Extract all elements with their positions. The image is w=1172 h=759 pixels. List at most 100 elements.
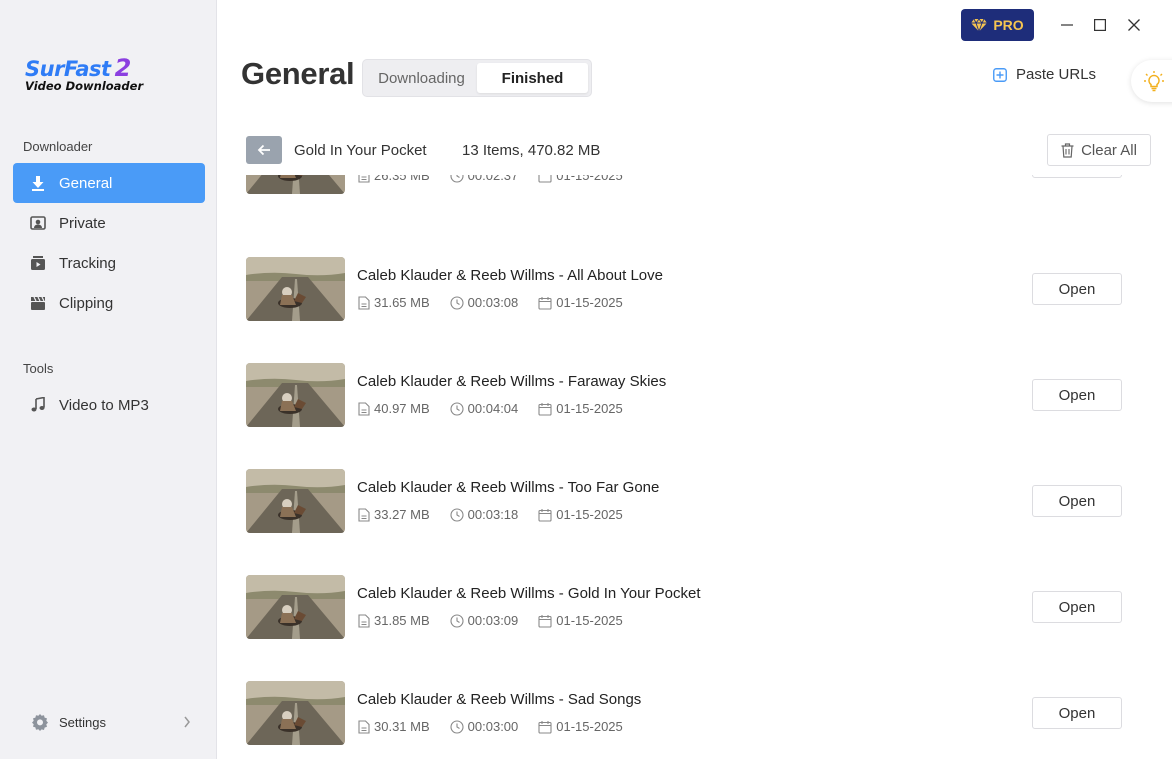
video-title: Caleb Klauder & Reeb Willms - All About … <box>357 267 663 284</box>
list-item[interactable]: Caleb Klauder & Reeb Willms - Faraway Sk… <box>217 363 1172 469</box>
trash-icon <box>1061 142 1074 158</box>
file-icon <box>358 401 370 416</box>
settings-label: Settings <box>59 714 106 730</box>
back-button[interactable] <box>246 136 282 164</box>
list-item[interactable]: 26.35 MB 00:02:37 01-15-2025 Open <box>217 175 1172 236</box>
minimize-button[interactable] <box>1054 12 1080 38</box>
video-title: Caleb Klauder & Reeb Willms - Sad Songs <box>357 691 642 708</box>
settings-button[interactable]: Settings <box>31 711 191 733</box>
diamond-icon <box>971 18 988 32</box>
video-thumbnail-image <box>246 175 345 194</box>
open-button[interactable]: Open <box>1032 485 1122 517</box>
calendar-icon <box>538 508 552 522</box>
date-value: 01-15-2025 <box>556 175 623 183</box>
duration: 00:03:08 <box>450 295 519 310</box>
open-button[interactable]: Open <box>1032 175 1122 178</box>
music-note-icon <box>29 396 47 414</box>
video-thumbnail-image <box>246 469 345 533</box>
duration-value: 00:02:37 <box>467 175 519 183</box>
maximize-button[interactable] <box>1087 12 1113 38</box>
date: 01-15-2025 <box>538 175 623 183</box>
open-button[interactable]: Open <box>1032 697 1122 729</box>
calendar-icon <box>538 175 552 183</box>
sidebar-item-label: Private <box>59 214 106 232</box>
date: 01-15-2025 <box>538 295 623 310</box>
clock-icon <box>450 507 464 522</box>
file-size: 31.65 MB <box>358 295 430 310</box>
video-title: Caleb Klauder & Reeb Willms - Too Far Go… <box>357 479 660 496</box>
logo-subtitle: Video Downloader <box>25 79 144 93</box>
clock-icon <box>450 719 464 734</box>
video-title: Caleb Klauder & Reeb Willms - Faraway Sk… <box>357 373 667 390</box>
arrow-left-icon <box>257 144 271 156</box>
clock-icon <box>450 295 464 310</box>
calendar-icon <box>538 296 552 310</box>
pro-button[interactable]: PRO <box>961 9 1034 41</box>
duration-value: 00:03:00 <box>467 719 519 734</box>
duration: 00:03:09 <box>450 613 519 628</box>
tracking-icon <box>29 254 47 272</box>
video-thumbnail[interactable] <box>246 681 345 745</box>
file-icon <box>358 613 370 628</box>
file-icon <box>358 295 370 310</box>
file-icon <box>358 719 370 734</box>
download-icon <box>29 174 47 192</box>
file-size: 30.31 MB <box>358 719 430 734</box>
file-size: 26.35 MB <box>358 175 430 183</box>
list-item[interactable]: Caleb Klauder & Reeb Willms - All About … <box>217 257 1172 363</box>
file-size-value: 31.85 MB <box>374 613 430 628</box>
sidebar-item-label: Video to MP3 <box>59 396 149 414</box>
video-thumbnail[interactable] <box>246 363 345 427</box>
page-title: General <box>241 56 355 91</box>
gear-icon <box>31 713 49 731</box>
open-button[interactable]: Open <box>1032 273 1122 305</box>
calendar-icon <box>538 402 552 416</box>
duration-value: 00:03:09 <box>467 613 519 628</box>
tab-bar: Downloading Finished <box>362 59 592 97</box>
logo-word: SurFast <box>25 57 111 81</box>
app-logo: SurFast 2 Video Downloader <box>25 54 143 93</box>
list-item[interactable]: Caleb Klauder & Reeb Willms - Too Far Go… <box>217 469 1172 575</box>
open-button[interactable]: Open <box>1032 379 1122 411</box>
finished-list[interactable]: 26.35 MB 00:02:37 01-15-2025 Open <box>217 175 1172 759</box>
clock-icon <box>450 175 464 183</box>
sidebar-item-private[interactable]: Private <box>13 203 205 243</box>
file-size-value: 30.31 MB <box>374 719 430 734</box>
duration-value: 00:03:18 <box>467 507 519 522</box>
sidebar-item-video-to-mp3[interactable]: Video to MP3 <box>13 385 205 425</box>
video-thumbnail-image <box>246 363 345 427</box>
video-thumbnail-image <box>246 681 345 745</box>
clear-all-button[interactable]: Clear All <box>1047 134 1151 166</box>
section-tools: Tools <box>23 361 54 376</box>
close-button[interactable] <box>1121 12 1147 38</box>
tab-finished[interactable]: Finished <box>477 63 588 93</box>
video-thumbnail[interactable] <box>246 575 345 639</box>
date-value: 01-15-2025 <box>556 613 623 628</box>
list-item[interactable]: Caleb Klauder & Reeb Willms - Gold In Yo… <box>217 575 1172 681</box>
date-value: 01-15-2025 <box>556 507 623 522</box>
file-size-value: 33.27 MB <box>374 507 430 522</box>
file-size-value: 40.97 MB <box>374 401 430 416</box>
file-size: 40.97 MB <box>358 401 430 416</box>
section-downloader: Downloader <box>23 139 93 154</box>
tab-downloading[interactable]: Downloading <box>366 63 477 93</box>
tips-button[interactable] <box>1131 60 1172 102</box>
clear-all-label: Clear All <box>1081 141 1137 159</box>
video-thumbnail[interactable] <box>246 257 345 321</box>
list-item[interactable]: Caleb Klauder & Reeb Willms - Sad Songs … <box>217 681 1172 759</box>
video-meta: 31.85 MB 00:03:09 01-15-2025 <box>358 613 643 628</box>
date-value: 01-15-2025 <box>556 401 623 416</box>
date: 01-15-2025 <box>538 401 623 416</box>
duration-value: 00:03:08 <box>467 295 519 310</box>
date-value: 01-15-2025 <box>556 719 623 734</box>
sidebar-item-tracking[interactable]: Tracking <box>13 243 205 283</box>
open-button[interactable]: Open <box>1032 591 1122 623</box>
sidebar-item-general[interactable]: General <box>13 163 205 203</box>
video-thumbnail[interactable] <box>246 469 345 533</box>
sidebar-item-clipping[interactable]: Clipping <box>13 283 205 323</box>
video-thumbnail[interactable] <box>246 175 345 194</box>
plus-square-icon <box>993 67 1007 82</box>
date: 01-15-2025 <box>538 507 623 522</box>
paste-urls-button[interactable]: Paste URLs <box>993 66 1096 83</box>
date: 01-15-2025 <box>538 613 623 628</box>
